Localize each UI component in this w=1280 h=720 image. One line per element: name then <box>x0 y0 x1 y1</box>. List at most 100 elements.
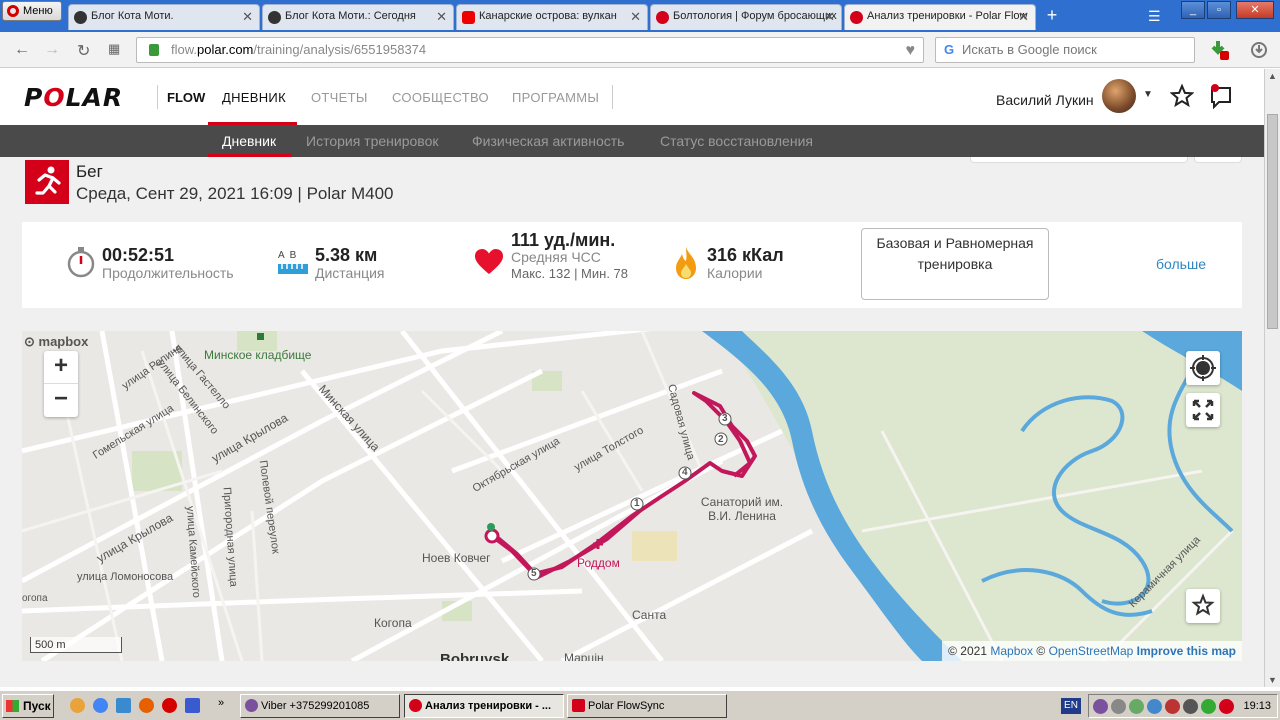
tray-icon[interactable] <box>1129 699 1144 714</box>
chevron-right-icon[interactable]: » <box>218 697 224 709</box>
tab-list-icon[interactable]: ☰ <box>1148 8 1161 25</box>
taskbar-item-flowsync[interactable]: Polar FlowSync <box>567 694 727 718</box>
clock[interactable]: 19:13 <box>1243 700 1271 712</box>
locate-button[interactable] <box>1186 351 1220 385</box>
google-icon: G <box>944 42 955 57</box>
zoom-controls: + − <box>44 351 78 417</box>
start-button[interactable]: Пуск <box>2 694 54 718</box>
firefox-icon[interactable] <box>139 698 154 713</box>
user-name[interactable]: Василий Лукин <box>996 92 1094 108</box>
browser-tab[interactable]: Блог Кота Моти.: Сегодня ✕ <box>262 4 454 30</box>
close-icon[interactable]: ✕ <box>824 9 835 25</box>
bookmark-heart-icon[interactable]: ♥ <box>906 39 916 63</box>
session-datetime: Среда, Сент 29, 2021 16:09 | Polar M400 <box>76 184 394 203</box>
scrollbar-thumb[interactable] <box>1267 114 1278 329</box>
volume-icon[interactable] <box>1183 699 1198 714</box>
reload-icon[interactable]: ↻ <box>77 41 90 61</box>
chrome-icon[interactable] <box>93 698 108 713</box>
taskbar-item-viber[interactable]: Viber +375299201085 <box>240 694 400 718</box>
browser-tab[interactable]: Блог Кота Моти. ✕ <box>68 4 260 30</box>
scroll-up-icon[interactable]: ▲ <box>1268 71 1277 81</box>
mapbox-logo[interactable]: ⊙ mapbox <box>24 334 88 350</box>
map-label: Минское кладбище <box>204 348 312 362</box>
map-label: огопа <box>22 593 48 604</box>
polar-logo[interactable]: POLAR <box>24 83 123 112</box>
system-tray: 19:13 <box>1088 694 1278 718</box>
lap-marker: 5 <box>531 568 537 579</box>
fullscreen-button[interactable] <box>1186 393 1220 427</box>
map-scale: 500 m <box>30 637 122 653</box>
subnav-training-history[interactable]: История тренировок <box>306 133 438 149</box>
subnav-activity[interactable]: Физическая активность <box>472 133 624 149</box>
sub-navigation: Дневник История тренировок Физическая ак… <box>0 125 1264 157</box>
route-map[interactable]: 1 2 3 4 5 Минское кладбище улица Репина … <box>22 331 1242 661</box>
viber-tray-icon[interactable] <box>1093 699 1108 714</box>
taskbar-item-browser[interactable]: Анализ тренировки - ... <box>404 694 564 718</box>
opera-icon[interactable] <box>162 698 177 713</box>
nav-reports[interactable]: ОТЧЕТЫ <box>311 90 368 105</box>
close-window-button[interactable]: ✕ <box>1236 1 1274 19</box>
favorites-star-icon[interactable] <box>1170 84 1194 108</box>
zoom-out-button[interactable]: − <box>44 384 78 417</box>
page-content: Бег Среда, Сент 29, 2021 16:09 | Polar M… <box>0 157 1264 687</box>
map-label: Марцін <box>564 651 604 661</box>
zoom-in-button[interactable]: + <box>44 351 78 384</box>
duration-label: Продолжительность <box>102 265 234 281</box>
scroll-down-icon[interactable]: ▼ <box>1268 675 1277 685</box>
back-icon[interactable]: ← <box>14 41 30 59</box>
close-icon[interactable]: ✕ <box>436 9 447 25</box>
opera-icon <box>409 699 422 712</box>
map-label: Ноев Ковчег <box>422 551 491 565</box>
network-icon[interactable] <box>1147 699 1162 714</box>
close-icon[interactable]: ✕ <box>1018 9 1029 25</box>
cat-favicon-icon <box>74 11 87 24</box>
mapbox-link[interactable]: Mapbox <box>990 644 1033 658</box>
tray-icon[interactable] <box>1111 699 1126 714</box>
minimize-button[interactable]: _ <box>1181 1 1205 19</box>
map-attribution: © 2021 Mapbox © OpenStreetMap Improve th… <box>942 641 1242 661</box>
new-tab-button[interactable]: + <box>1040 4 1064 28</box>
speed-dial-icon[interactable]: ▦ <box>108 41 120 57</box>
subnav-recovery-status[interactable]: Статус восстановления <box>660 133 813 149</box>
close-icon[interactable]: ✕ <box>242 9 253 25</box>
subnav-diary[interactable]: Дневник <box>222 133 276 149</box>
map-label: Bobruysk <box>440 651 510 661</box>
flow-brand[interactable]: FLOW <box>167 90 205 105</box>
chevron-down-icon[interactable]: ▼ <box>1143 89 1153 100</box>
nav-programs[interactable]: ПРОГРАММЫ <box>512 90 599 105</box>
tray-icon[interactable] <box>1201 699 1216 714</box>
antivirus-icon[interactable] <box>1165 699 1180 714</box>
nav-diary[interactable]: ДНЕВНИК <box>222 90 286 105</box>
save-icon[interactable] <box>185 698 200 713</box>
download-extension-icon[interactable] <box>1206 39 1230 61</box>
quicklaunch-icon[interactable] <box>70 698 85 713</box>
notifications-icon[interactable] <box>1209 84 1235 110</box>
divider <box>612 85 613 109</box>
map-favorite-button[interactable] <box>1186 589 1220 623</box>
windows-flag-icon <box>6 700 19 712</box>
avatar[interactable] <box>1102 79 1136 113</box>
page-scrollbar[interactable]: ▲ ▼ <box>1264 69 1280 687</box>
language-indicator[interactable]: EN <box>1061 698 1081 714</box>
flowsync-tray-icon[interactable] <box>1219 699 1234 714</box>
lap-marker: 4 <box>682 467 688 478</box>
locate-icon <box>1190 355 1216 381</box>
browser-tab[interactable]: Болтология | Форум бросающих ✕ <box>650 4 842 30</box>
quicklaunch-icon[interactable] <box>116 698 131 713</box>
nav-community[interactable]: СООБЩЕСТВО <box>392 90 489 105</box>
browser-menu-button[interactable]: Меню <box>2 1 62 21</box>
improve-map-link[interactable]: Improve this map <box>1137 644 1236 658</box>
forward-icon[interactable]: → <box>44 41 60 59</box>
browser-tab[interactable]: Канарские острова: вулкан ✕ <box>456 4 648 30</box>
url-field[interactable]: flow.polar.com/training/analysis/6551958… <box>136 37 924 63</box>
training-type-button[interactable]: Базовая и Равномерная тренировка <box>861 228 1049 300</box>
osm-link[interactable]: OpenStreetMap <box>1049 644 1134 658</box>
maximize-button[interactable]: ▫ <box>1207 1 1231 19</box>
map-label: улица Ломоносова <box>77 571 174 583</box>
downloads-icon[interactable] <box>1250 41 1268 59</box>
close-icon[interactable]: ✕ <box>630 9 641 25</box>
search-input[interactable]: G Искать в Google поиск <box>935 37 1195 63</box>
more-link[interactable]: больше <box>1156 256 1206 272</box>
browser-tab-active[interactable]: Анализ тренировки - Polar Flow ✕ <box>844 4 1036 30</box>
hr-label: Средняя ЧСС <box>511 249 601 265</box>
